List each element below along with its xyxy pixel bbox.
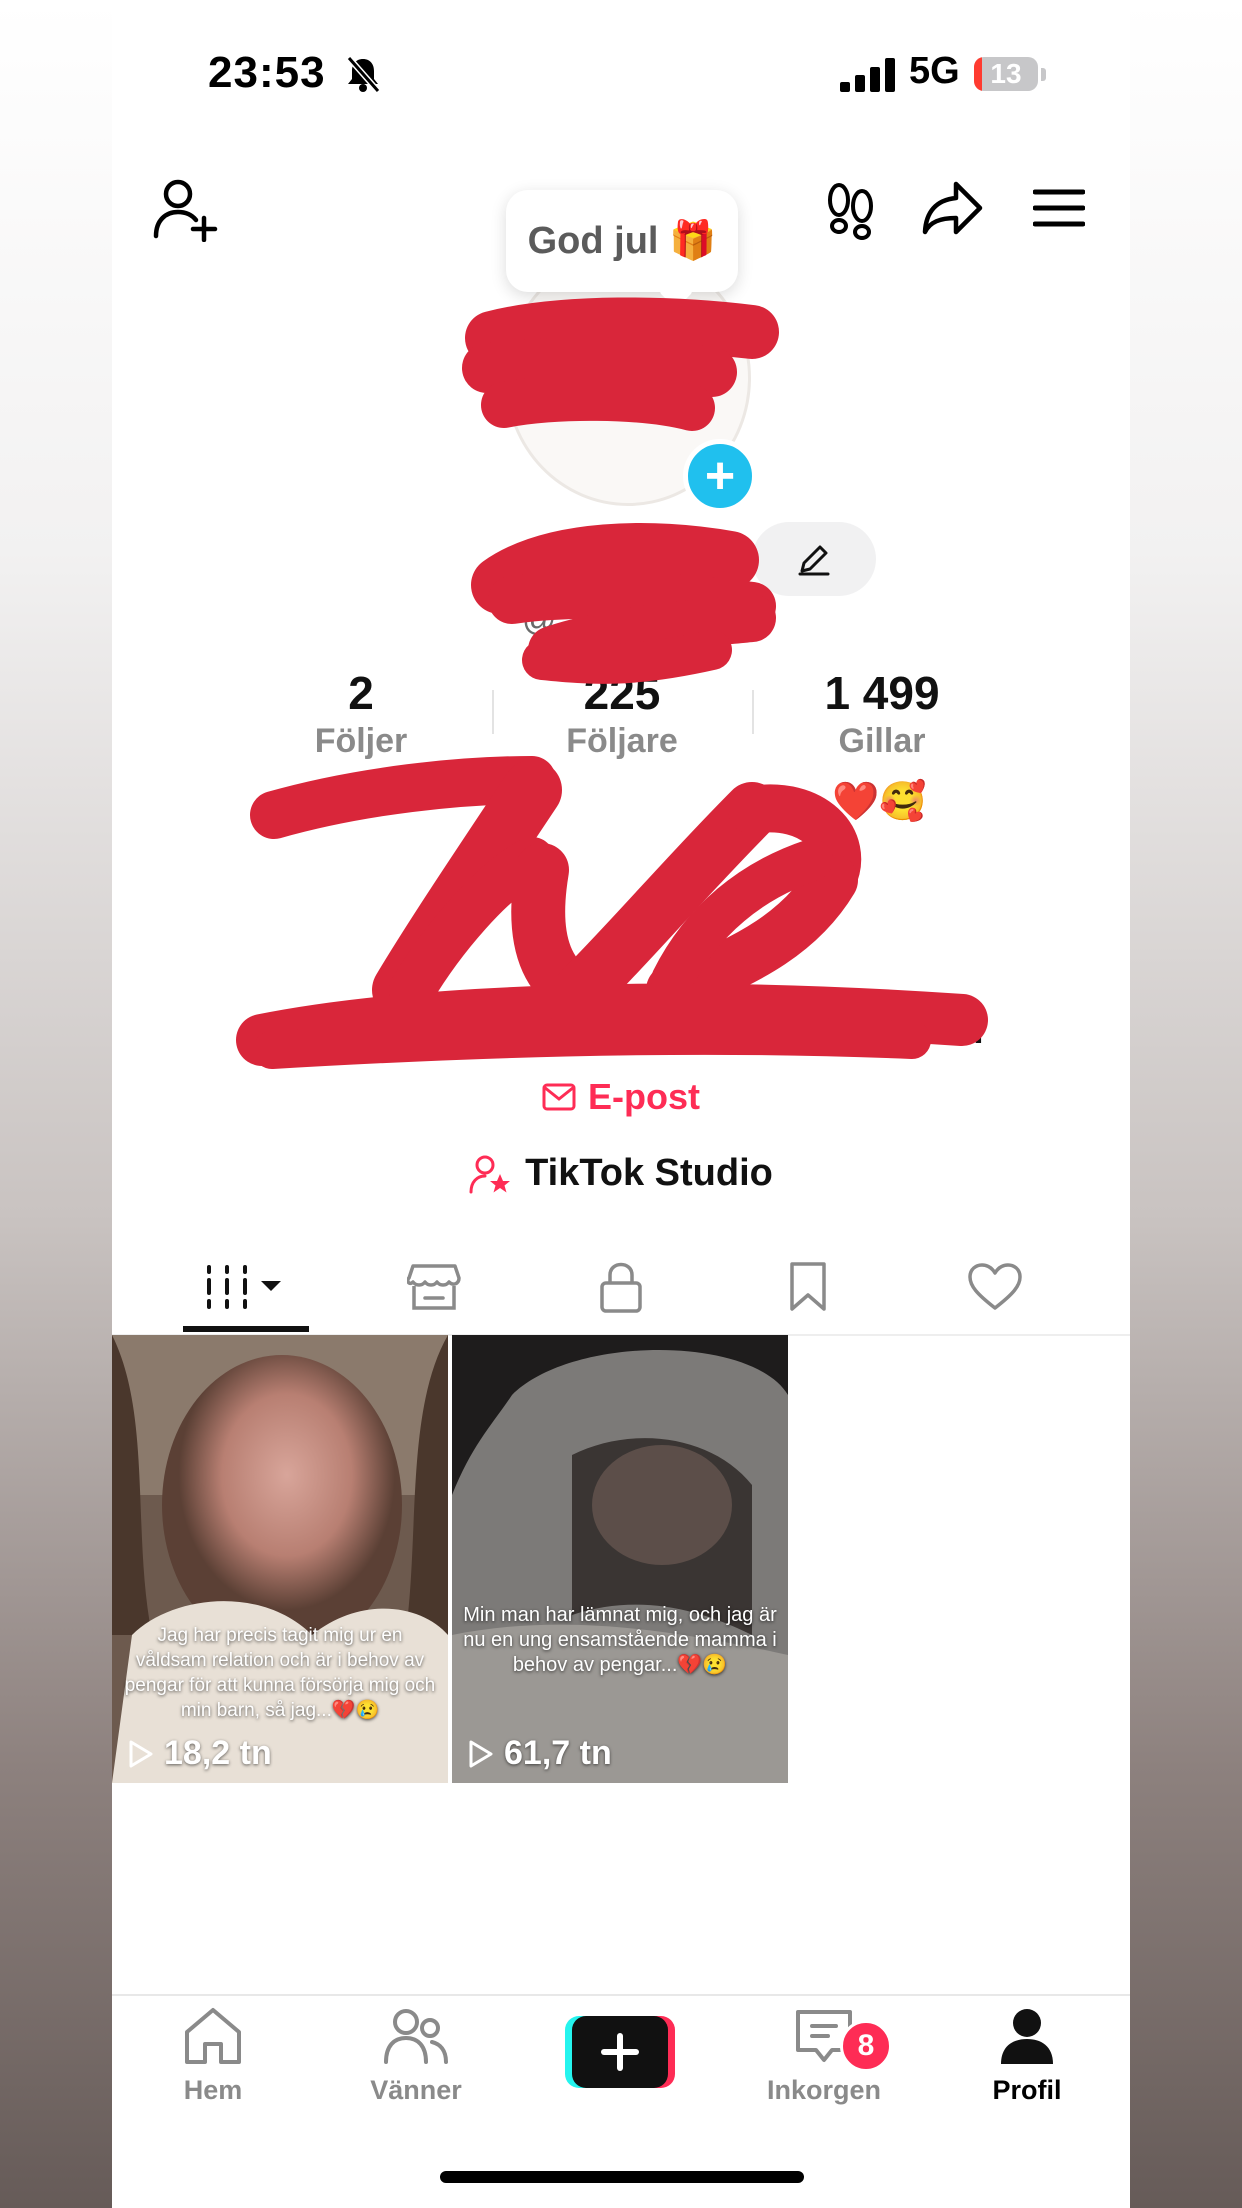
video-caption: Jag har precis tagit mig ur en våldsam r… <box>124 1625 436 1721</box>
menu-icon[interactable] <box>1033 188 1085 228</box>
video-views: 61,7 tn <box>468 1734 612 1773</box>
username-handle: @ <box>522 600 557 638</box>
studio-label: TikTok Studio <box>525 1152 773 1194</box>
tab-shop[interactable] <box>370 1240 498 1334</box>
nav-profile[interactable]: Profil <box>942 2006 1112 2106</box>
video-thumbnail[interactable]: Min man har lämnat mig, och jag är nu en… <box>452 1335 788 1783</box>
content-tabs <box>112 1240 1130 1336</box>
stat-value: 1 499 <box>824 667 940 719</box>
phone-screen: 23:53 5G 13 + God jul 🎁 @ 2 Följer 225 F… <box>112 0 1130 2208</box>
lock-icon <box>600 1262 642 1313</box>
friends-icon <box>384 2009 448 2064</box>
footprints-icon[interactable] <box>824 180 878 240</box>
stat-following[interactable]: 2 Följer <box>231 666 491 761</box>
profile-icon <box>1001 2009 1053 2064</box>
active-tab-indicator <box>183 1326 309 1332</box>
tiktok-studio-link[interactable]: TikTok Studio <box>112 1152 1130 1195</box>
status-time: 23:53 <box>208 48 326 97</box>
stat-value: 225 <box>583 667 661 719</box>
heart-icon <box>968 1263 1022 1310</box>
stat-label: Gillar <box>838 722 926 760</box>
nav-label: Hem <box>183 2075 243 2105</box>
tab-videos[interactable] <box>183 1240 311 1334</box>
mail-icon <box>542 1083 576 1111</box>
redaction-scribble <box>236 297 988 1069</box>
plus-icon <box>572 2016 668 2088</box>
bookmark-icon <box>790 1262 826 1311</box>
create-button[interactable] <box>565 2016 675 2088</box>
stat-label: Följer <box>314 722 408 760</box>
home-icon <box>185 2008 241 2064</box>
shop-icon <box>407 1264 461 1310</box>
battery-nub <box>1041 68 1046 81</box>
play-icon <box>129 1740 153 1767</box>
tab-liked[interactable] <box>931 1240 1059 1334</box>
pencil-icon <box>798 545 830 576</box>
email-link[interactable]: E-post <box>112 1076 1130 1118</box>
battery-percent: 13 <box>990 58 1022 89</box>
stat-label: Följare <box>566 722 678 760</box>
signal-icon <box>840 58 895 92</box>
bio-emoji: ❤️🥰 <box>832 781 927 823</box>
add-avatar-button[interactable]: + <box>683 439 757 513</box>
tab-private[interactable] <box>557 1240 685 1334</box>
bell-muted-icon <box>346 56 381 93</box>
video-thumbnail[interactable]: Jag har precis tagit mig ur en våldsam r… <box>112 1335 448 1783</box>
nav-home[interactable]: Hem <box>128 2006 298 2106</box>
stat-likes[interactable]: 1 499 Gillar <box>752 666 1012 761</box>
grid-videos-icon <box>207 1265 281 1309</box>
network-type: 5G <box>909 50 960 92</box>
edit-profile-button[interactable] <box>752 522 876 596</box>
views-count: 61,7 tn <box>504 1734 612 1772</box>
home-indicator[interactable] <box>440 2171 804 2183</box>
creator-star-icon <box>469 1155 511 1193</box>
add-friend-icon[interactable] <box>152 178 222 242</box>
status-tooltip[interactable]: God jul 🎁 <box>506 190 738 292</box>
play-icon <box>469 1740 493 1767</box>
stat-value: 2 <box>348 667 374 719</box>
video-views: 18,2 tn <box>128 1734 272 1773</box>
tab-saved[interactable] <box>744 1240 872 1334</box>
nav-label: Vänner <box>370 2075 462 2105</box>
share-icon[interactable] <box>922 180 984 236</box>
stat-followers[interactable]: 225 Följare <box>492 666 752 761</box>
nav-friends[interactable]: Vänner <box>331 2006 501 2106</box>
battery-icon: 13 <box>974 57 1038 91</box>
bio-ellipsis: ... <box>952 1010 984 1052</box>
nav-label: Inkorgen <box>766 2075 881 2105</box>
email-label: E-post <box>588 1076 700 1117</box>
nav-label: Profil <box>992 2075 1062 2105</box>
inbox-badge: 8 <box>840 2020 892 2072</box>
video-preview-image <box>452 1335 788 1783</box>
video-caption: Min man har lämnat mig, och jag är nu en… <box>463 1604 777 1676</box>
views-count: 18,2 tn <box>164 1734 272 1772</box>
